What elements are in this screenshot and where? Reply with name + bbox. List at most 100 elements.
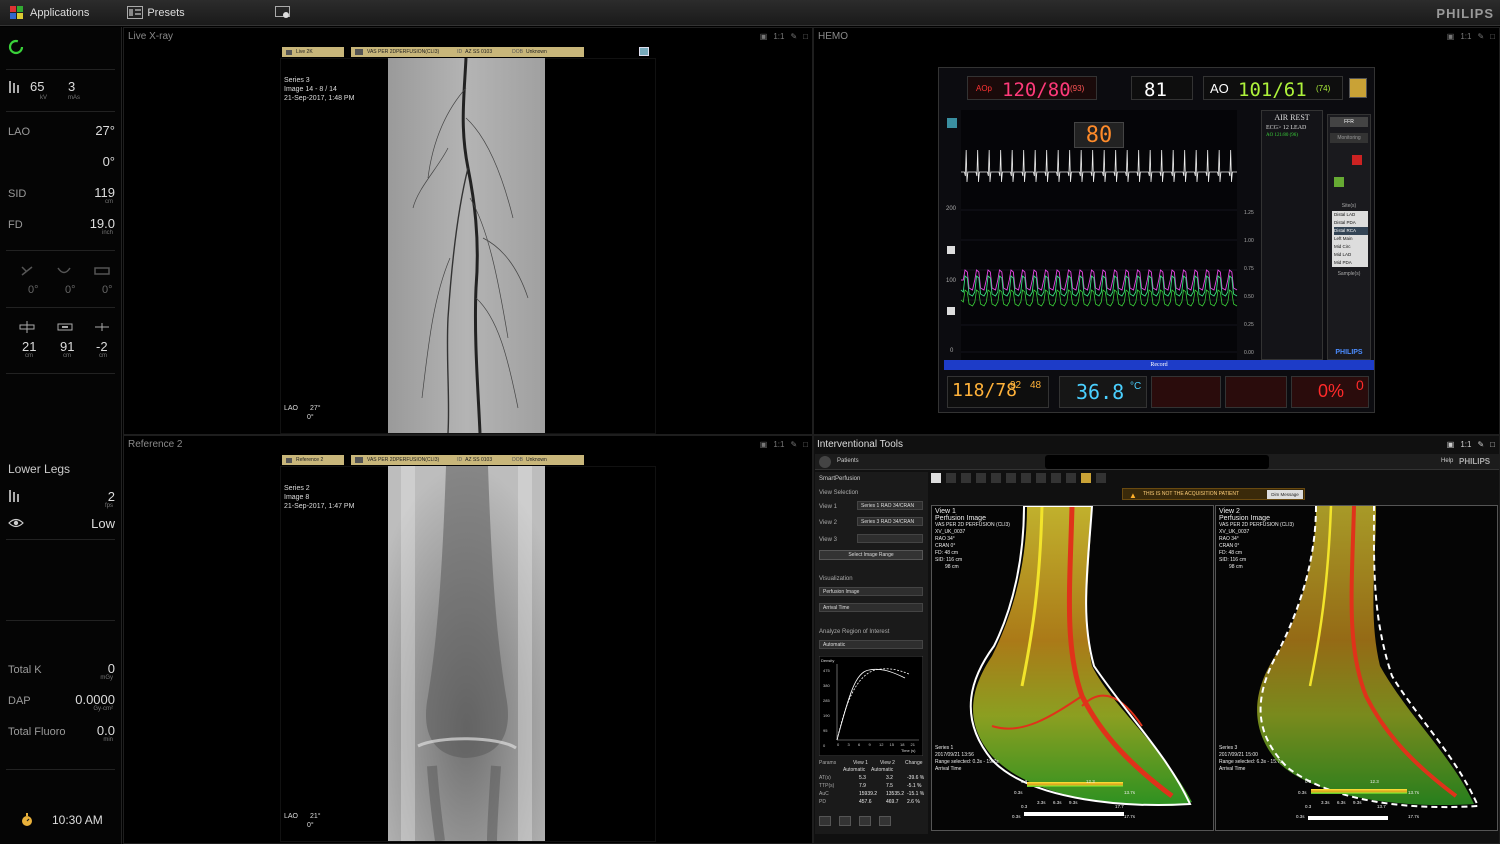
camera-icon[interactable]: ▣ (1447, 32, 1455, 41)
mas-unit: mAs (68, 95, 80, 101)
density-label: Density (821, 658, 835, 663)
density-y-tick: 380 (823, 683, 830, 688)
site-item[interactable]: Distal PDA (1334, 219, 1368, 227)
record-bar[interactable]: Record (944, 360, 1374, 370)
live-study-tab[interactable]: VAS PER 2DPERFUSION(CLI3) ID AZ SS 0103 … (351, 47, 584, 57)
live-tab[interactable]: Live 2K (282, 47, 344, 57)
protocol-name[interactable]: Lower Legs (8, 462, 70, 476)
roi-select[interactable]: Automatic (819, 640, 923, 649)
visualization-select[interactable]: Perfusion Image (819, 587, 923, 596)
hand-tool-icon[interactable] (961, 473, 971, 483)
maximize-icon[interactable]: □ (803, 32, 808, 41)
zoom-ratio[interactable]: 1:1 (773, 32, 784, 41)
camera-icon[interactable]: ▣ (760, 32, 768, 41)
table-long-unit: cm (25, 353, 33, 359)
zero-icon[interactable] (1334, 177, 1344, 187)
hr-large: 80 (1074, 122, 1124, 148)
applications-button[interactable]: Applications (0, 0, 99, 26)
camera-icon[interactable]: ▣ (760, 440, 768, 449)
ao-small-label: AO 121/80 (96) (1266, 133, 1298, 138)
tool-c-icon[interactable] (859, 816, 871, 826)
maximize-icon[interactable]: □ (1490, 440, 1495, 449)
dim-message-button[interactable]: Dim Message (1267, 490, 1303, 499)
site-item[interactable]: Mid PDA (1334, 259, 1368, 267)
screenshot-button[interactable] (265, 0, 299, 26)
pointer-tool-icon[interactable] (931, 473, 941, 483)
warning-icon: ▲ (1129, 491, 1137, 500)
v2-c8: 0.3 (1305, 804, 1312, 809)
annotate-icon[interactable]: ✎ (790, 440, 797, 449)
monitoring-button[interactable]: Monitoring (1330, 133, 1368, 143)
help-link[interactable]: Help (1441, 458, 1453, 464)
ratio-000: 0.00 (1244, 350, 1254, 356)
pen-tool-icon[interactable] (991, 473, 1001, 483)
tool-a-icon[interactable] (819, 816, 831, 826)
maximize-icon[interactable]: □ (803, 440, 808, 449)
view2-select[interactable]: Series 3 RAO 34/CRAN (857, 517, 923, 526)
annotate-icon[interactable]: ✎ (1477, 32, 1484, 41)
settings-tile-icon (947, 118, 957, 128)
ffr-button[interactable]: FFR (1330, 117, 1368, 127)
v2-series: Series 3 (1219, 745, 1238, 751)
maximize-icon[interactable]: □ (1490, 32, 1495, 41)
patients-icon[interactable] (819, 456, 831, 468)
presets-button[interactable]: Presets (117, 0, 194, 26)
zoom-ratio[interactable]: 1:1 (773, 440, 784, 449)
ruler-tool-icon[interactable] (1051, 473, 1061, 483)
image-info-icon[interactable] (639, 47, 649, 57)
view1-select[interactable]: Series 1 RAO 34/CRAN (857, 501, 923, 510)
reference-lao-value: 21° (309, 813, 321, 820)
v1-pid: XV_UK_0037 (935, 529, 966, 535)
select-image-range-button[interactable]: Select Image Range (819, 550, 923, 560)
ratio-050: 0.50 (1244, 294, 1254, 300)
dose-level-value[interactable]: Low (91, 516, 115, 531)
v2-c9: 13.7 (1377, 804, 1386, 809)
draw-roi-tool-icon[interactable] (1081, 473, 1091, 483)
pan-tool-icon[interactable] (946, 473, 956, 483)
frame-rate-value[interactable]: 2 (108, 489, 115, 504)
reference-study-tab[interactable]: VAS PER 2DPERFUSION(CLI3) ID AZ SS 0103 … (351, 455, 584, 465)
lao-value: 27° (95, 123, 115, 138)
alarm-bell-icon[interactable] (1349, 78, 1367, 98)
record-stop-button[interactable] (1352, 155, 1362, 165)
sites-list[interactable]: Distal LAD Distal PDA Distal RCA Left Main M… (1332, 211, 1368, 267)
ratio-125: 1.25 (1244, 210, 1254, 216)
tool-d-icon[interactable] (879, 816, 891, 826)
zoom-ratio[interactable]: 1:1 (1460, 440, 1471, 449)
v2-range: Range selected: 6.3s - 15.7s (1219, 759, 1283, 765)
annotate-icon[interactable]: ✎ (790, 32, 797, 41)
site-item[interactable]: Distal RCA (1334, 227, 1368, 235)
site-item[interactable]: Mid Circ (1334, 243, 1368, 251)
y-100: 100 (946, 278, 957, 284)
snapshot-tool-icon[interactable] (1096, 473, 1106, 483)
annotate-icon[interactable]: ✎ (1477, 440, 1484, 449)
param-cell: PD (819, 799, 826, 805)
v1-cran: CRAN 0° (935, 543, 956, 549)
view3-select[interactable] (857, 534, 923, 543)
param-cell: 13535.2 (886, 791, 905, 797)
camera-icon[interactable]: ▣ (1447, 440, 1455, 449)
live-dob: Unknown (525, 49, 547, 55)
site-item[interactable]: Mid LAD (1334, 251, 1368, 259)
measure-tool-icon[interactable] (1036, 473, 1046, 483)
ellipse-tool-icon[interactable] (1006, 473, 1016, 483)
zoom-tool-icon[interactable] (976, 473, 986, 483)
arrival-time-select[interactable]: Arrival Time (819, 603, 923, 612)
total-k-label: Total K (8, 664, 42, 676)
aop-value: 120/80 (1002, 79, 1071, 101)
stopwatch-icon (22, 813, 32, 826)
v2-c10: 0.3s (1296, 814, 1305, 819)
v1-study: VAS PER 2D PERFUSION (CLI3) (935, 522, 1010, 528)
reference-tab[interactable]: Reference 2 (282, 455, 344, 465)
zoom-ratio[interactable]: 1:1 (1460, 32, 1471, 41)
info-tool-icon[interactable] (1021, 473, 1031, 483)
aop-label: AOp (976, 84, 993, 93)
site-item[interactable]: Left Main (1334, 235, 1368, 243)
cran-value: 0° (102, 154, 115, 169)
patients-tab[interactable]: Patients (837, 458, 859, 464)
tool-b-icon[interactable] (839, 816, 851, 826)
site-item[interactable]: Distal LAD (1334, 211, 1368, 219)
ratio-075: 0.75 (1244, 266, 1254, 272)
undo-tool-icon[interactable] (1066, 473, 1076, 483)
col-view2: View 2 (880, 760, 895, 766)
